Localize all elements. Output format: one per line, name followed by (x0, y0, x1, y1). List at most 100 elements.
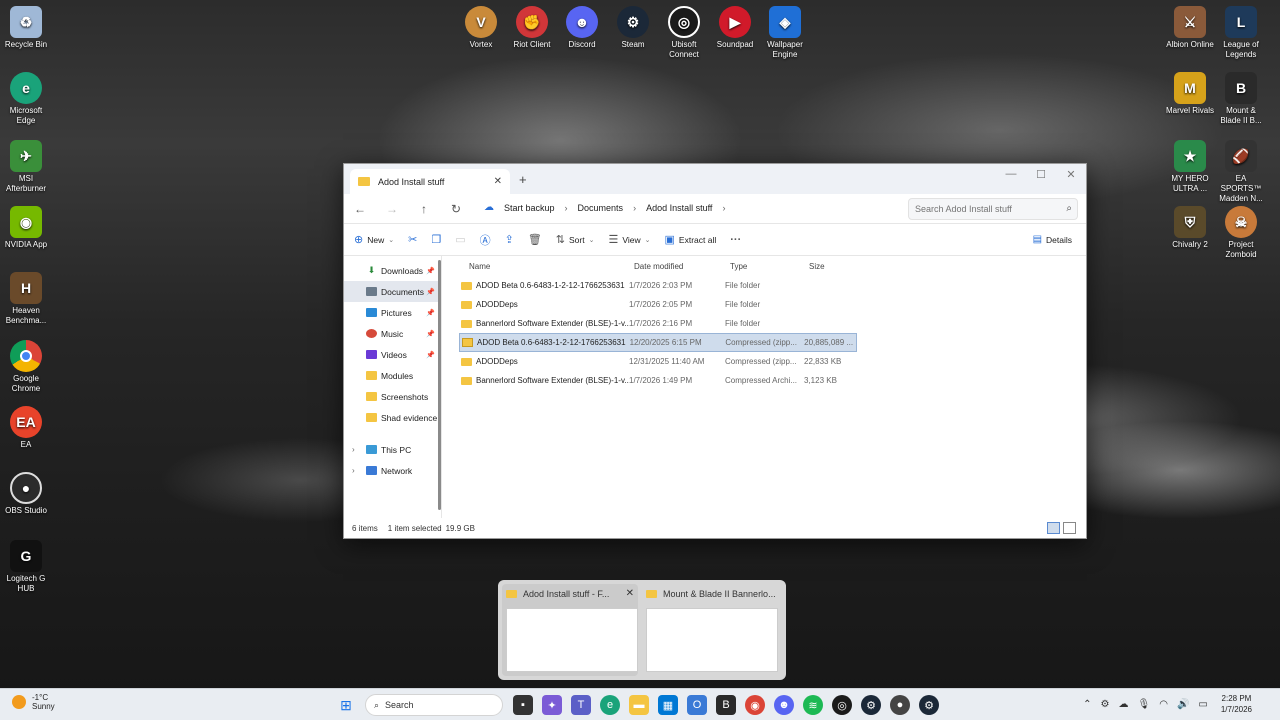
desktop-icon-wallpaper-engine[interactable]: ◈ Wallpaper Engine (759, 6, 811, 60)
column-header-name[interactable]: Name (469, 262, 634, 271)
edge-icon[interactable]: e (600, 695, 620, 715)
desktop-icon-obs[interactable]: ● OBS Studio (0, 472, 52, 516)
desktop-icon-afterburner[interactable]: ✈ MSI Afterburner (0, 140, 52, 194)
delete-button[interactable]: 🗑 (528, 233, 542, 246)
up-button[interactable]: ↑ (408, 202, 440, 216)
back-button[interactable]: ← (344, 202, 376, 216)
rename-button[interactable]: Ⓐ (480, 232, 491, 248)
maximize-button[interactable]: ☐ (1026, 168, 1056, 181)
desktop-icon-chrome[interactable]: Google Chrome (0, 340, 52, 394)
clock[interactable]: 2:28 PM 1/7/2026 (1221, 693, 1252, 715)
close-tab-icon[interactable]: ✕ (494, 176, 502, 187)
file-row[interactable]: ADODDeps 12/31/2025 11:40 AM Compressed … (459, 352, 857, 371)
view-button[interactable]: ☰ View ⌄ (608, 233, 650, 246)
desktop-icon-bannerlord[interactable]: B Mount & Blade II B... (1215, 72, 1267, 126)
desktop-icon-chivalry[interactable]: ⛨ Chivalry 2 (1164, 206, 1216, 250)
desktop-icon-heaven[interactable]: H Heaven Benchma... (0, 272, 52, 326)
desktop-icon-edge[interactable]: e Microsoft Edge (0, 72, 52, 126)
nav-item-this-pc[interactable]: › This PC (344, 439, 441, 460)
desktop-icon-ea[interactable]: EA EA (0, 406, 52, 450)
nav-item-documents[interactable]: Documents 📌 (344, 281, 441, 302)
task-view-icon[interactable]: ▪ (513, 695, 533, 715)
thumbnail-bannerlord[interactable]: Mount & Blade II Bannerlo... (642, 584, 778, 676)
desktop-icon-league[interactable]: L League of Legends (1215, 6, 1267, 60)
file-row[interactable]: ADOD Beta 0.6-6483-1-2-12-1766253631 1/7… (459, 276, 857, 295)
microphone-icon[interactable]: 🎙 (1138, 699, 1151, 710)
file-row[interactable]: Bannerlord Software Extender (BLSE)-1-v.… (459, 314, 857, 333)
desktop-icon-soundpad[interactable]: ▶ Soundpad (709, 6, 761, 50)
teams-icon[interactable]: T (571, 695, 591, 715)
copy-button[interactable]: ❐ (431, 233, 441, 246)
nav-item-downloads[interactable]: ⬇ Downloads 📌 (344, 260, 441, 281)
chrome-icon[interactable]: ◉ (745, 695, 765, 715)
desktop-icon-nvidia[interactable]: ◉ NVIDIA App (0, 206, 52, 250)
wifi-icon[interactable]: ◠ (1159, 699, 1168, 710)
desktop-icon-logitech[interactable]: G Logitech G HUB (0, 540, 52, 594)
close-icon[interactable]: ✕ (626, 588, 634, 599)
desktop-icon-riot[interactable]: ✊ Riot Client (506, 6, 558, 50)
nav-item-videos[interactable]: Videos 📌 (344, 344, 441, 365)
discord-icon[interactable]: ☻ (774, 695, 794, 715)
file-row[interactable]: Bannerlord Software Extender (BLSE)-1-v.… (459, 371, 857, 390)
desktop-icon-albion[interactable]: ⚔ Albion Online (1164, 6, 1216, 50)
desktop-icon-steam[interactable]: ⚙ Steam (607, 6, 659, 50)
sort-button[interactable]: ⇅ Sort ⌄ (556, 233, 595, 246)
breadcrumb-documents[interactable]: Documents (578, 203, 624, 213)
desktop-icon-vortex[interactable]: V Vortex (455, 6, 507, 50)
nav-item-shad-evidence[interactable]: Shad evidence (344, 407, 441, 428)
desktop-icon-zomboid[interactable]: ☠ Project Zomboid (1215, 206, 1267, 260)
file-row[interactable]: ADODDeps 1/7/2026 2:05 PM File folder (459, 295, 857, 314)
new-tab-button[interactable]: + (519, 172, 527, 187)
nav-scrollbar[interactable] (438, 260, 441, 510)
column-header-date[interactable]: Date modified (634, 262, 730, 271)
chevron-up-icon[interactable]: ⌃ (1083, 699, 1091, 710)
weather-widget[interactable]: -1°C Sunny (12, 693, 55, 711)
thumbnail-explorer[interactable]: Adod Install stuff - F... ✕ (502, 584, 638, 676)
more-options-button[interactable]: ··· (730, 234, 741, 246)
extract-all-button[interactable]: ▣ Extract all (665, 233, 717, 246)
nav-item-pictures[interactable]: Pictures 📌 (344, 302, 441, 323)
tray-app-icon[interactable]: ☁ (1119, 699, 1129, 710)
steam-notification-icon[interactable]: ● (890, 695, 910, 715)
new-button[interactable]: ⊕ New ⌄ (354, 233, 394, 246)
nav-item-network[interactable]: › Network (344, 460, 441, 481)
paste-button[interactable]: ▭ (455, 233, 465, 246)
breadcrumb-current[interactable]: Adod Install stuff (646, 203, 712, 213)
column-header-size[interactable]: Size (809, 262, 861, 271)
tiles-view-button[interactable] (1063, 522, 1076, 534)
settings-icon[interactable]: ⚙ (1101, 699, 1110, 710)
store-icon[interactable]: ▦ (658, 695, 678, 715)
file-explorer-icon[interactable]: ▬ (629, 695, 649, 715)
column-header-type[interactable]: Type (730, 262, 809, 271)
forward-button[interactable]: → (376, 202, 408, 216)
minimize-button[interactable]: — (996, 168, 1026, 180)
details-button[interactable]: ▤ Details (1033, 234, 1072, 245)
refresh-button[interactable]: ↻ (440, 202, 472, 216)
explorer-tab[interactable]: Adod Install stuff ✕ (350, 169, 510, 194)
nav-item-music[interactable]: Music 📌 (344, 323, 441, 344)
desktop-icon-discord[interactable]: ☻ Discord (556, 6, 608, 50)
search-input[interactable] (908, 198, 1078, 220)
chevron-right-icon[interactable]: › (352, 466, 355, 475)
chevron-right-icon[interactable]: › (352, 445, 355, 454)
breadcrumb-start-backup[interactable]: Start backup (504, 203, 555, 213)
steam-icon[interactable]: ⚙ (919, 695, 939, 715)
spotify-icon[interactable]: ≋ (803, 695, 823, 715)
file-row-selected[interactable]: ADOD Beta 0.6-6483-1-2-12-1766253631 12/… (459, 333, 857, 352)
desktop-icon-my-hero[interactable]: ★ MY HERO ULTRA ... (1164, 140, 1216, 194)
copilot-icon[interactable]: ✦ (542, 695, 562, 715)
desktop-icon-ubisoft[interactable]: ◎ Ubisoft Connect (658, 6, 710, 60)
details-view-button[interactable] (1047, 522, 1060, 534)
outlook-icon[interactable]: O (687, 695, 707, 715)
ubisoft-icon[interactable]: ◎ (832, 695, 852, 715)
desktop-icon-recycle-bin[interactable]: ♻ Recycle Bin (0, 6, 52, 50)
desktop-icon-marvel-rivals[interactable]: M Marvel Rivals (1164, 72, 1216, 116)
start-button[interactable]: ⊞ (336, 695, 356, 715)
nav-item-screenshots[interactable]: Screenshots (344, 386, 441, 407)
cut-button[interactable]: ✂ (408, 233, 417, 246)
battery-icon[interactable]: ▭ (1198, 699, 1207, 710)
nav-item-modules[interactable]: Modules (344, 365, 441, 386)
taskbar-search[interactable]: ⌕ Search (365, 694, 503, 716)
close-window-button[interactable]: ✕ (1056, 168, 1086, 181)
bannerlord-icon[interactable]: B (716, 695, 736, 715)
